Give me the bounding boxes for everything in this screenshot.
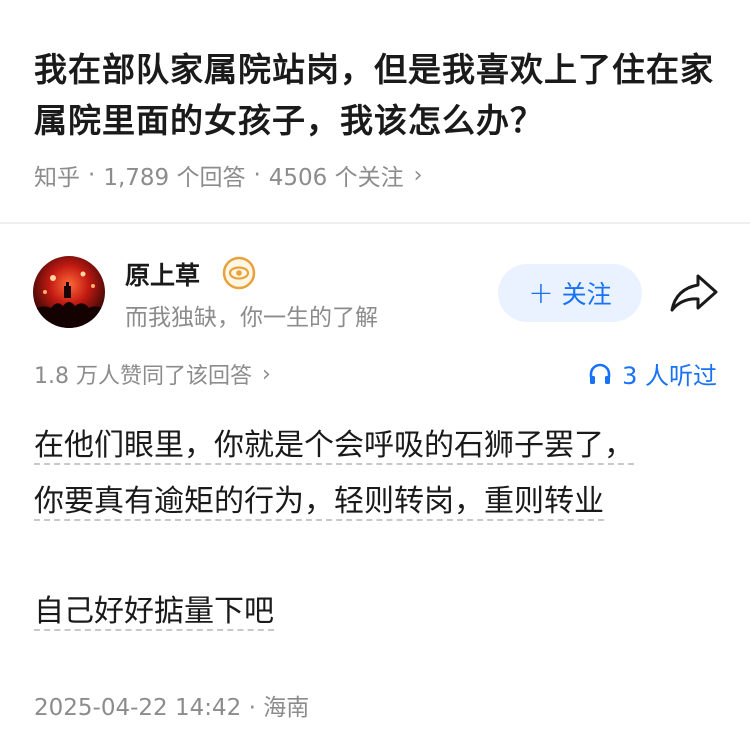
chevron-right-icon: › xyxy=(413,162,423,188)
meta-separator: · xyxy=(253,162,261,188)
chevron-right-icon: › xyxy=(261,361,271,387)
divider xyxy=(0,222,750,224)
follow-label: 关注 xyxy=(561,280,612,309)
answer-line: 你要真有逾矩的行为，轻则转岗，重则转业 xyxy=(34,484,604,521)
avatar-image xyxy=(33,256,105,328)
footer-separator: · xyxy=(248,695,264,721)
meta-separator: · xyxy=(88,162,96,188)
eye-badge-icon xyxy=(222,256,256,290)
author-name[interactable]: 原上草 xyxy=(125,256,200,292)
listen-text: 3 人听过 xyxy=(622,362,717,390)
answer-line: 自己好好掂量下吧 xyxy=(34,594,274,631)
answer-location: 海南 xyxy=(263,695,310,721)
question-title[interactable]: 我在部队家属院站岗，但是我喜欢上了住在家属院里面的女孩子，我该怎么办？ xyxy=(34,44,724,146)
answer-body: 在他们眼里，你就是个会呼吸的石狮子罢了， 你要真有逾矩的行为，轻则转岗，重则转业… xyxy=(34,418,724,640)
source-label: 知乎 xyxy=(34,165,80,191)
plus-icon: + xyxy=(528,275,554,311)
share-icon[interactable] xyxy=(668,270,720,316)
listen-count[interactable]: 3 人听过 xyxy=(588,356,717,391)
agree-count[interactable]: 1.8 万人赞同了该回答 › xyxy=(34,358,271,390)
answer-line: 在他们眼里，你就是个会呼吸的石狮子罢了， xyxy=(34,428,634,465)
question-meta[interactable]: 知乎 · 1,789 个回答 · 4506 个关注 › xyxy=(34,158,422,192)
answer-date: 2025-04-22 14:42 xyxy=(34,695,242,721)
agree-text: 1.8 万人赞同了该回答 xyxy=(34,364,252,389)
headphones-icon xyxy=(589,363,611,384)
answer-count: 1,789 个回答 xyxy=(103,165,246,191)
follow-button[interactable]: + 关注 xyxy=(498,264,642,322)
author-bio: 而我独缺，你一生的了解 xyxy=(125,305,378,331)
answer-footer: 2025-04-22 14:42 · 海南 xyxy=(34,688,309,722)
follow-count: 4506 个关注 xyxy=(268,165,404,191)
avatar[interactable] xyxy=(33,256,105,328)
